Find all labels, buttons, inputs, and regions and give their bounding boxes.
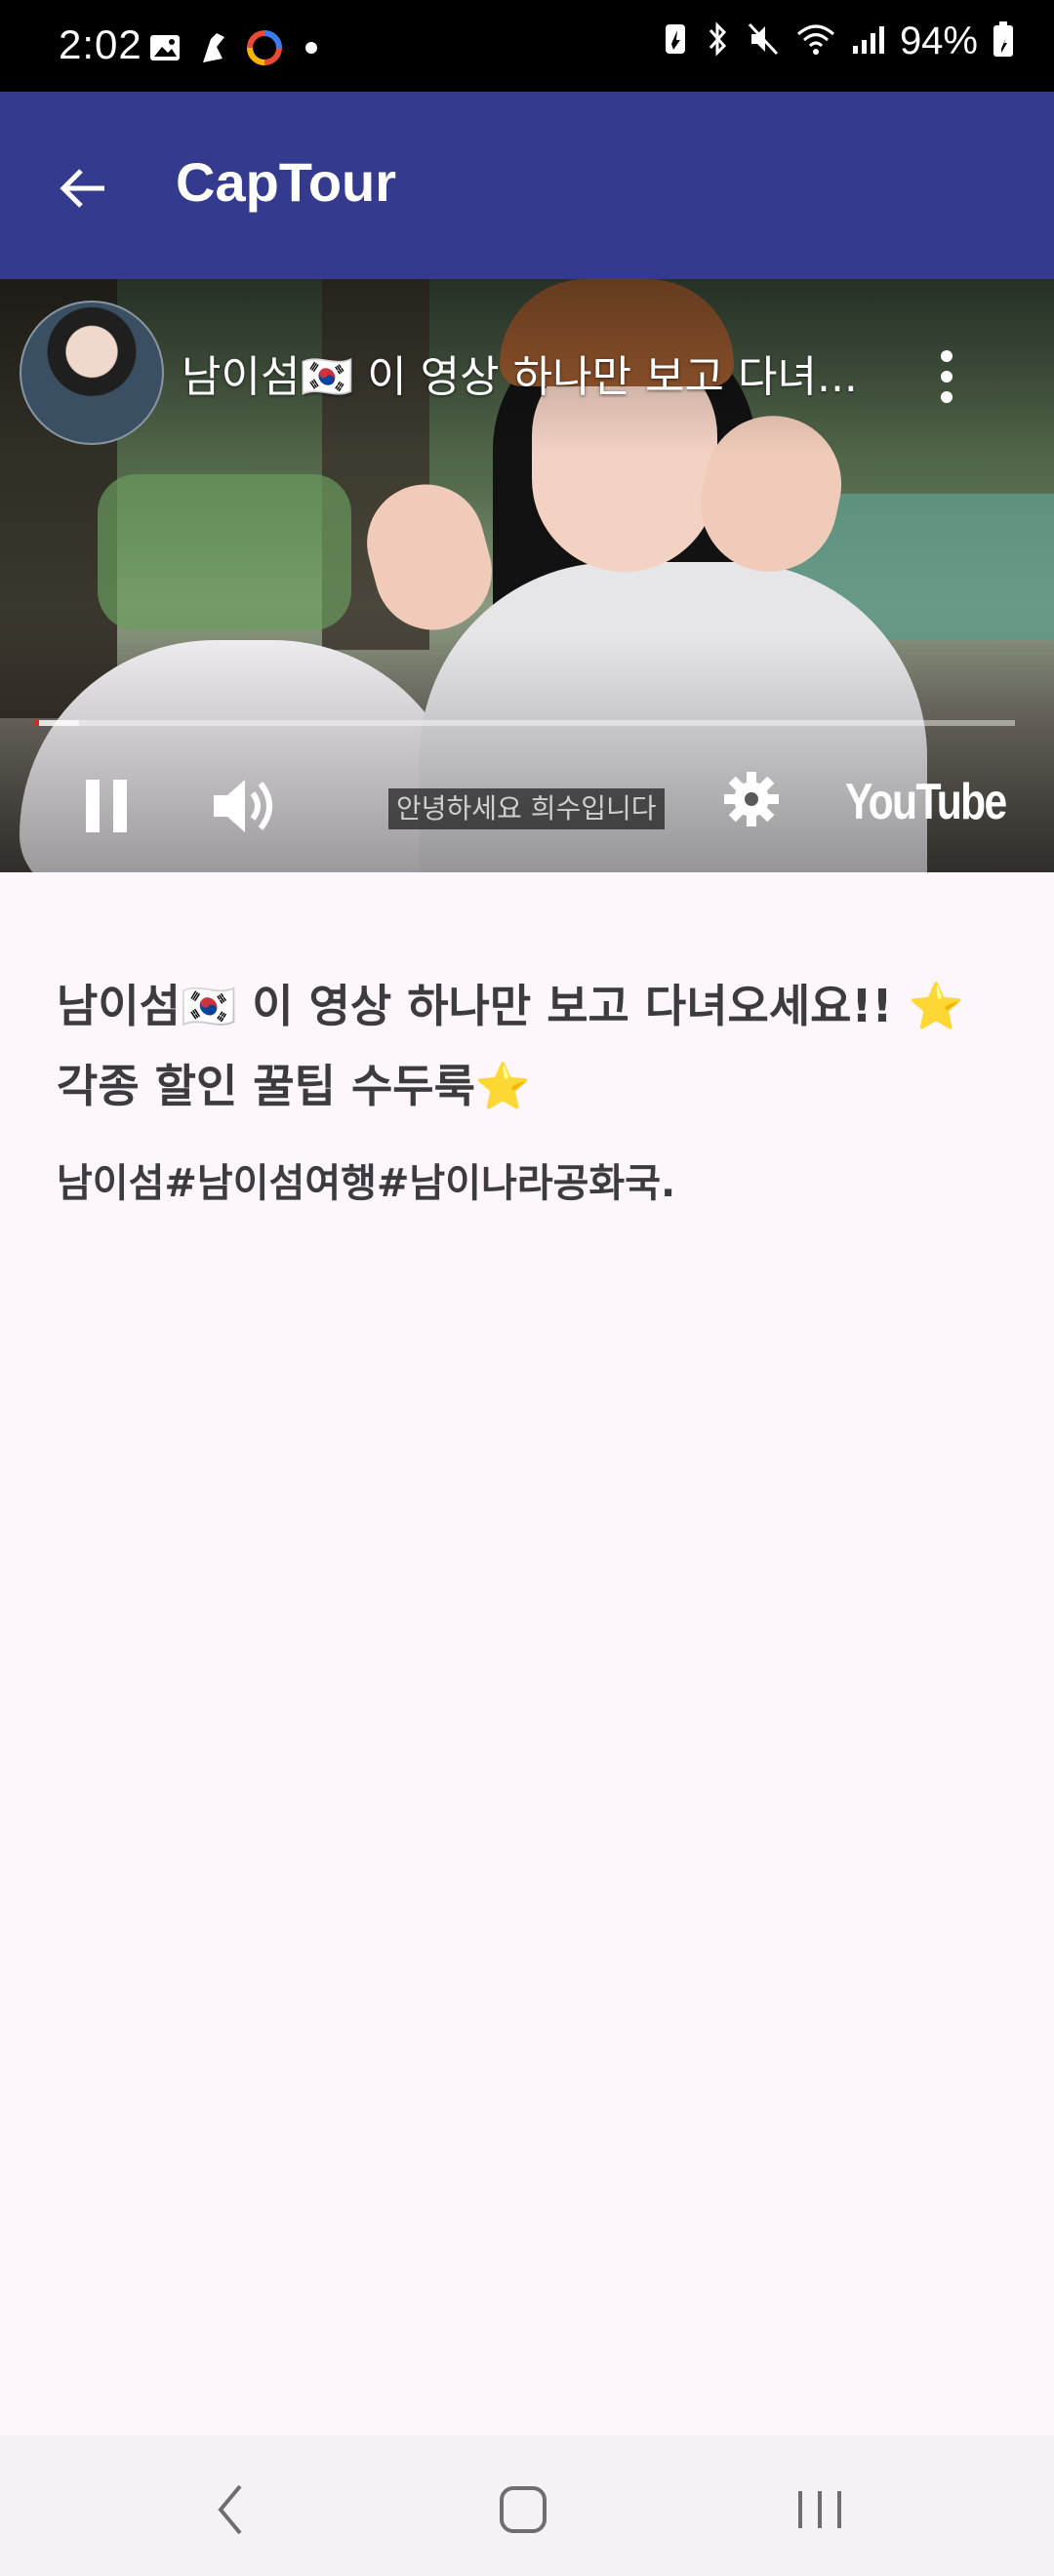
channel-avatar[interactable] [20, 301, 164, 445]
browser-app-icon [246, 29, 283, 71]
battery-percent: 94% [899, 20, 978, 62]
signal-icon [851, 20, 886, 62]
video-buffer-fill [35, 720, 80, 726]
nav-home-button[interactable] [484, 2471, 562, 2549]
home-square-icon [500, 2486, 547, 2533]
status-time: 2:02 [59, 21, 142, 67]
video-headline: 남이섬🇰🇷 이 영상 하나만 보고 다녀오세요!! ⭐각종 할인 꿀팁 수두룩⭐ [57, 980, 964, 1112]
video-hashtags: 남이섬#남이섬여행#남이나라공화국. [57, 1161, 676, 1206]
video-progress-bar[interactable] [35, 720, 1015, 726]
video-caption: 안녕하세요 희수입니다 [388, 788, 665, 829]
app-title: CapTour [176, 151, 397, 213]
more-dot-icon [941, 371, 953, 382]
battery-saver-icon [662, 20, 689, 62]
pause-icon [86, 780, 127, 832]
pause-button[interactable] [68, 767, 146, 845]
more-dot-icon [941, 350, 953, 362]
battery-icon [992, 20, 1015, 63]
system-nav-bar [0, 2435, 1054, 2576]
arrow-left-icon [60, 169, 104, 208]
more-dot-icon [941, 391, 953, 403]
gear-icon [724, 772, 779, 826]
volume-icon [214, 780, 272, 832]
youtube-logo[interactable]: YouTube [845, 773, 1007, 831]
app-notification-icon [195, 29, 232, 71]
recents-icon [798, 2491, 841, 2528]
status-right-icons: 94% [662, 20, 1015, 63]
video-player[interactable]: 남이섬🇰🇷 이 영상 하나만 보고 다녀... 안녕하세요 희수입니다 YouT… [0, 279, 1054, 872]
dot-icon [297, 33, 326, 67]
wifi-icon [794, 20, 837, 62]
nav-back-button[interactable] [191, 2471, 269, 2549]
video-title[interactable]: 남이섬🇰🇷 이 영상 하나만 보고 다녀... [182, 342, 865, 404]
app-bar: CapTour [0, 92, 1054, 279]
mute-icon [746, 20, 781, 62]
nav-recents-button[interactable] [781, 2471, 859, 2549]
bluetooth-icon [703, 20, 732, 62]
settings-button[interactable] [717, 765, 786, 833]
volume-button[interactable] [200, 767, 288, 845]
chevron-left-icon [218, 2484, 242, 2535]
back-button[interactable] [39, 144, 127, 232]
more-options-button[interactable] [922, 342, 971, 411]
image-icon [148, 31, 182, 69]
status-left-icons [148, 29, 326, 71]
video-progress-fill [35, 720, 40, 726]
status-bar: 2:02 94% [0, 0, 1054, 92]
